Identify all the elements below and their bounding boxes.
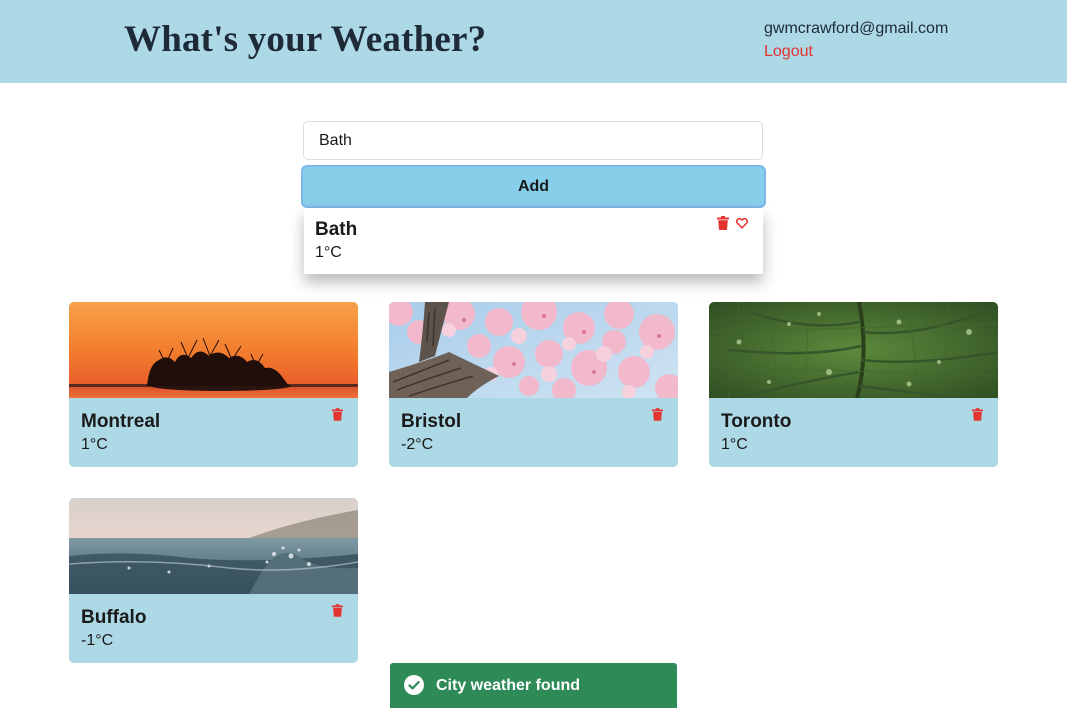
- page-title: What's your Weather?: [124, 19, 487, 60]
- water-wave-photo: [69, 498, 358, 594]
- app-header: What's your Weather? gwmcrawford@gmail.c…: [0, 0, 1067, 83]
- green-leaf-photo: [709, 302, 998, 398]
- trash-icon[interactable]: [652, 408, 663, 421]
- result-temperature: 1°C: [315, 244, 342, 261]
- toast-message: City weather found: [436, 677, 581, 694]
- sunset-island-photo: [69, 302, 358, 398]
- logout-link[interactable]: Logout: [764, 43, 813, 61]
- card-city-name: Toronto: [721, 411, 792, 432]
- city-card: Bristol -2°C: [389, 302, 678, 467]
- card-temperature: -1°C: [81, 632, 114, 649]
- card-city-name: Montreal: [81, 411, 161, 432]
- toast-notification: City weather found: [390, 663, 677, 708]
- card-city-name: Buffalo: [81, 607, 147, 628]
- trash-icon[interactable]: [717, 216, 729, 230]
- city-card: Montreal 1°C: [69, 302, 358, 467]
- card-city-name: Bristol: [401, 411, 462, 432]
- check-circle-icon: [404, 675, 424, 695]
- add-button[interactable]: Add: [301, 165, 766, 208]
- city-search-input[interactable]: [303, 121, 763, 160]
- city-card: Buffalo -1°C: [69, 498, 358, 663]
- trash-icon[interactable]: [332, 604, 343, 617]
- card-temperature: -2°C: [401, 436, 434, 453]
- city-card: Toronto 1°C: [709, 302, 998, 467]
- user-email: gwmcrawford@gmail.com: [764, 20, 949, 37]
- search-result-card: Bath 1°C: [304, 208, 763, 274]
- heart-icon[interactable]: [736, 217, 748, 229]
- card-temperature: 1°C: [81, 436, 108, 453]
- cherry-blossom-photo: [389, 302, 678, 398]
- result-city-name: Bath: [315, 219, 358, 240]
- trash-icon[interactable]: [332, 408, 343, 421]
- card-temperature: 1°C: [721, 436, 748, 453]
- trash-icon[interactable]: [972, 408, 983, 421]
